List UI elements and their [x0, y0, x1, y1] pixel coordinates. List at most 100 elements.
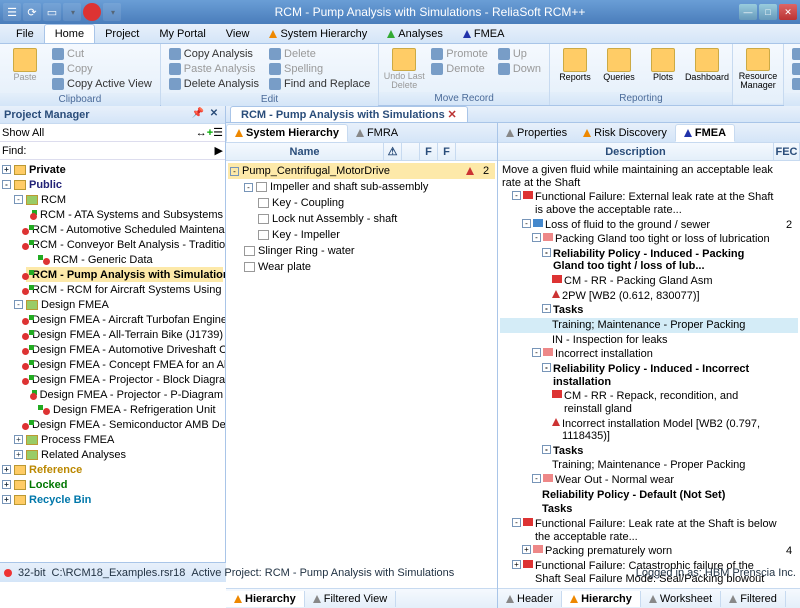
qat-refresh-icon[interactable]: ⟳ — [23, 3, 41, 21]
pm-expand-icon[interactable]: ↔ — [196, 127, 207, 139]
dashboard-button[interactable]: Dashboard — [686, 46, 728, 90]
pm-node[interactable]: RCM - RCM for Aircraft Systems Using MSG… — [26, 282, 223, 297]
pm-pin-icon[interactable]: 📌 — [191, 108, 205, 122]
col-header[interactable]: Description — [498, 143, 774, 160]
fmea-node[interactable]: -Reliability Policy - Induced - Incorrec… — [500, 362, 798, 389]
expand-icon[interactable]: - — [244, 183, 253, 192]
expand-icon[interactable]: - — [542, 248, 551, 257]
system-node[interactable]: Lock nut Assembly - shaft — [228, 211, 495, 227]
system-node[interactable]: Wear plate — [228, 259, 495, 275]
expand-icon[interactable]: - — [542, 363, 551, 372]
col-header[interactable]: ⚠ — [384, 143, 402, 160]
expand-icon[interactable]: - — [542, 304, 551, 313]
expand-icon[interactable]: + — [522, 545, 531, 554]
fmea-node[interactable]: -Incorrect installation — [500, 347, 798, 362]
expand-icon[interactable]: - — [14, 300, 23, 309]
pm-node[interactable]: +Recycle Bin — [2, 492, 223, 507]
pm-node[interactable]: +Locked — [2, 477, 223, 492]
pm-node[interactable]: RCM - Automotive Scheduled Maintenance P… — [26, 222, 223, 237]
pm-node[interactable]: -Design FMEA — [14, 297, 223, 312]
col-header[interactable] — [402, 143, 420, 160]
pm-node[interactable]: +Reference — [2, 462, 223, 477]
bottom-tab-header[interactable]: Header — [498, 591, 562, 607]
fmea-node[interactable]: Reliability Policy - Default (Not Set) — [500, 488, 798, 503]
menu-item-fmea[interactable]: FMEA — [453, 24, 515, 43]
expand-icon[interactable]: - — [14, 195, 23, 204]
reports-button[interactable]: Reports — [554, 46, 596, 90]
copy-active-view-button[interactable]: Copy Active View — [48, 76, 156, 91]
expand-icon[interactable]: + — [14, 450, 23, 459]
expand-icon[interactable]: - — [512, 518, 521, 527]
pm-node[interactable]: -Public — [2, 177, 223, 192]
col-header[interactable]: Name — [226, 143, 384, 160]
pm-node[interactable]: Design FMEA - Aircraft Turbofan Engine (… — [26, 312, 223, 327]
expand-icon[interactable]: + — [2, 465, 11, 474]
fmea-node[interactable]: -Functional Failure: Leak rate at the Sh… — [500, 517, 798, 544]
system-node[interactable]: Key - Coupling — [228, 195, 495, 211]
fmea-node[interactable]: Incorrect installation Model [WB2 (0.797… — [500, 417, 798, 444]
expand-icon[interactable]: - — [2, 180, 11, 189]
menu-item-home[interactable]: Home — [44, 24, 95, 43]
pm-node[interactable]: Design FMEA - Semiconductor AMB Device — [26, 417, 223, 432]
expand-icon[interactable]: - — [532, 474, 541, 483]
system-node[interactable]: -Pump_Centrifugal_MotorDrive2 — [228, 163, 495, 179]
fmea-node[interactable]: -Functional Failure: External leak rate … — [500, 190, 798, 217]
bottom-tab-hierarchy[interactable]: Hierarchy — [226, 591, 305, 607]
doc-tab-close-icon[interactable]: ✕ — [448, 109, 457, 121]
actions-explorer-button[interactable]: Actions Explorer — [788, 46, 800, 61]
subtab-fmea[interactable]: FMEA — [675, 124, 735, 142]
fmea-node[interactable]: -Reliability Policy - Induced - Packing … — [500, 247, 798, 274]
pm-find-next-icon[interactable]: ▶ — [215, 144, 223, 157]
system-node[interactable]: -Impeller and shaft sub-assembly — [228, 179, 495, 195]
qat-app-dropdown-icon[interactable] — [103, 3, 121, 21]
pm-close-icon[interactable]: ✕ — [207, 108, 221, 122]
pm-node[interactable]: Design FMEA - Projector - Block Diagrams — [26, 372, 223, 387]
pm-node[interactable]: +Related Analyses — [14, 447, 223, 462]
minimize-button[interactable]: — — [739, 4, 757, 20]
queries-button[interactable]: Queries — [598, 46, 640, 90]
menu-item-file[interactable]: File — [6, 24, 44, 43]
bottom-tab-hierarchy[interactable]: Hierarchy — [562, 591, 641, 607]
qat-menu-icon[interactable]: ☰ — [3, 3, 21, 21]
expand-icon[interactable]: - — [230, 167, 239, 176]
expand-icon[interactable]: + — [14, 435, 23, 444]
subtab-fmra[interactable]: FMRA — [348, 125, 406, 141]
pm-node[interactable]: Design FMEA - Concept FMEA for an All-Te… — [26, 357, 223, 372]
subtab-properties[interactable]: Properties — [498, 125, 575, 141]
pm-node[interactable]: +Private — [2, 162, 223, 177]
doc-tab[interactable]: RCM - Pump Analysis with Simulations ✕ — [230, 106, 468, 122]
fmea-node[interactable]: Tasks — [500, 502, 798, 517]
pm-node[interactable]: Design FMEA - Refrigeration Unit — [26, 402, 223, 417]
qat-dropdown-icon[interactable] — [63, 3, 81, 21]
fmea-node[interactable]: -Packing Gland too tight or loss of lubr… — [500, 232, 798, 247]
fmea-node[interactable]: -Loss of fluid to the ground / sewer2 — [500, 218, 798, 233]
resource-manager-button[interactable]: Resource Manager — [737, 46, 779, 90]
menu-item-project[interactable]: Project — [95, 24, 149, 43]
pm-node[interactable]: RCM - Generic Data — [26, 252, 223, 267]
qat-app-icon[interactable] — [83, 3, 101, 21]
menu-item-system-hierarchy[interactable]: System Hierarchy — [259, 24, 377, 43]
delete-analysis-button[interactable]: Delete Analysis — [165, 76, 263, 91]
expand-icon[interactable]: - — [532, 348, 541, 357]
batch-properties-button[interactable]: Batch Properties Editor — [788, 76, 800, 91]
fmea-node[interactable]: Training; Maintenance - Proper Packing — [500, 458, 798, 473]
pm-find-input[interactable] — [26, 144, 214, 158]
bottom-tab-filtered-view[interactable]: Filtered View — [305, 591, 396, 607]
qat-window-icon[interactable]: ▭ — [43, 3, 61, 21]
system-node[interactable]: Slinger Ring - water — [228, 243, 495, 259]
pm-node[interactable]: RCM - ATA Systems and Subsystems — [26, 207, 223, 222]
expand-icon[interactable]: + — [2, 495, 11, 504]
fmea-node[interactable]: CM - RR - Packing Gland Asm — [500, 274, 798, 289]
synthesis-explorer-button[interactable]: Synthesis Explorer — [788, 61, 800, 76]
pm-tree[interactable]: +Private-Public-RCMRCM - ATA Systems and… — [0, 160, 225, 562]
system-node[interactable]: Key - Impeller — [228, 227, 495, 243]
menu-item-analyses[interactable]: Analyses — [377, 24, 453, 43]
subtab-risk-discovery[interactable]: Risk Discovery — [575, 125, 675, 141]
fmea-node[interactable]: -Tasks — [500, 444, 798, 459]
menu-item-my-portal[interactable]: My Portal — [149, 24, 215, 43]
plots-button[interactable]: Plots — [642, 46, 684, 90]
right-tree[interactable]: Move a given fluid while maintaining an … — [498, 161, 800, 588]
subtab-system-hierarchy[interactable]: System Hierarchy — [226, 124, 348, 142]
col-header[interactable]: F — [438, 143, 456, 160]
col-header[interactable]: F — [420, 143, 438, 160]
